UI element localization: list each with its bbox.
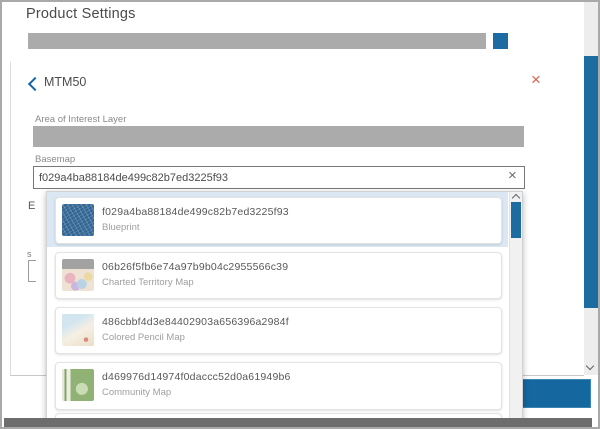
item-name: Blueprint <box>102 222 140 233</box>
page-title: Product Settings <box>26 6 136 22</box>
basemap-input[interactable] <box>33 166 525 189</box>
area-of-interest-field[interactable] <box>33 126 524 147</box>
page-scroll-down-icon[interactable] <box>586 362 594 370</box>
charted-territory-thumbnail <box>62 259 94 291</box>
item-name: Colored Pencil Map <box>102 332 185 343</box>
dropdown-item-colored-pencil[interactable]: 486cbbf4d3e84402903a656396a2984f Colored… <box>55 307 502 354</box>
primary-action-button[interactable] <box>521 379 591 408</box>
page-scrollbar[interactable] <box>584 2 598 375</box>
obscured-label-fragment-s: s <box>27 249 32 259</box>
redacted-field-bar[interactable] <box>28 33 486 49</box>
dropdown-item-blueprint[interactable]: f029a4ba88184de499c82b7ed3225f93 Bluepri… <box>55 197 502 244</box>
dropdown-scrollbar[interactable] <box>509 192 522 429</box>
clear-input-icon[interactable]: × <box>508 168 517 183</box>
dropdown-item-community[interactable]: d469976d14974f0daccc52d0a61949b6 Communi… <box>55 362 502 410</box>
item-name: Community Map <box>102 387 171 398</box>
product-settings-window: Product Settings MTM50 × Area of Interes… <box>0 0 600 429</box>
dropdown-item-charted-territory[interactable]: 06b26f5fb6e74a97b9b04c2955566c39 Charted… <box>55 252 502 299</box>
window-edge-bar <box>4 418 592 428</box>
blue-square-control[interactable] <box>493 33 508 49</box>
item-name: Charted Territory Map <box>102 277 194 288</box>
blueprint-thumbnail <box>62 204 94 236</box>
basemap-label: Basemap <box>35 154 75 165</box>
dropdown-scrollbar-thumb[interactable] <box>511 202 521 238</box>
scroll-up-icon[interactable] <box>512 194 520 202</box>
item-id: 06b26f5fb6e74a97b9b04c2955566c39 <box>102 261 288 273</box>
obscured-checkbox[interactable] <box>28 260 36 282</box>
item-id: f029a4ba88184de499c82b7ed3225f93 <box>102 206 289 218</box>
community-thumbnail <box>62 369 94 401</box>
back-label[interactable]: MTM50 <box>44 75 86 89</box>
item-id: 486cbbf4d3e84402903a656396a2984f <box>102 316 289 328</box>
page-scrollbar-thumb[interactable] <box>584 56 598 308</box>
colored-pencil-thumbnail <box>62 314 94 346</box>
item-id: d469976d14974f0daccc52d0a61949b6 <box>102 371 291 383</box>
basemap-dropdown: f029a4ba88184de499c82b7ed3225f93 Bluepri… <box>46 191 523 429</box>
area-of-interest-label: Area of Interest Layer <box>35 114 126 125</box>
close-icon[interactable]: × <box>531 71 541 88</box>
obscured-label-fragment-e: E <box>28 200 35 212</box>
